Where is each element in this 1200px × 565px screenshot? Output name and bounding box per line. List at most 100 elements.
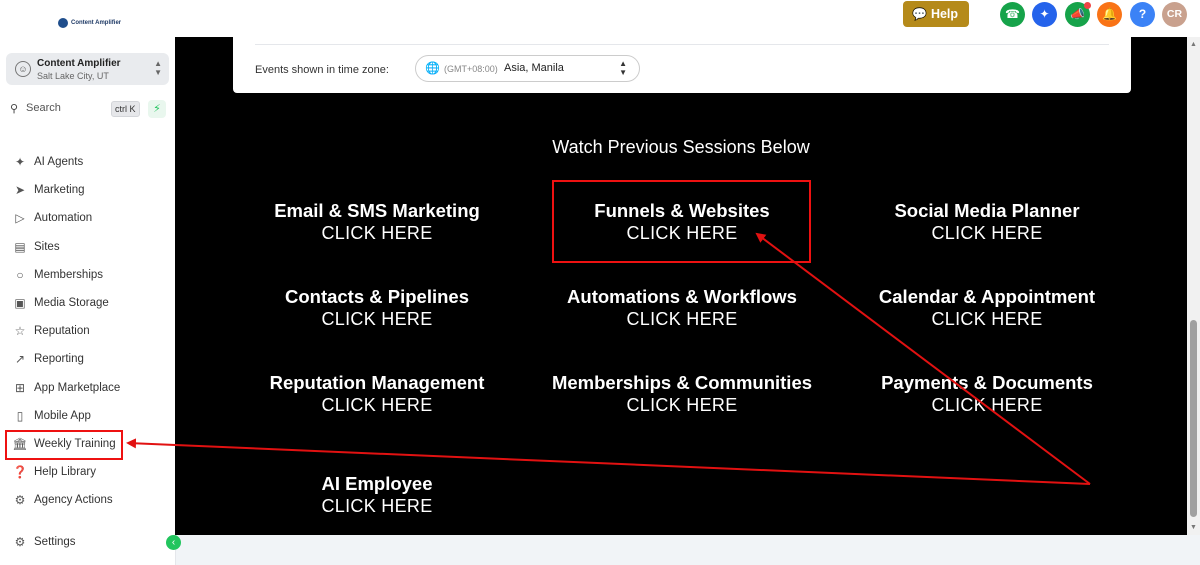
session-contacts-pipelines[interactable]: Contacts & Pipelines CLICK HERE <box>227 285 527 331</box>
session-social-media[interactable]: Social Media Planner CLICK HERE <box>837 199 1137 245</box>
session-email-sms[interactable]: Email & SMS Marketing CLICK HERE <box>227 199 527 245</box>
help-question-button[interactable]: ? <box>1130 2 1155 27</box>
click-here-link[interactable]: CLICK HERE <box>837 308 1137 331</box>
sidebar-item-memberships[interactable]: ○ Memberships <box>0 261 175 289</box>
quick-action-bolt-icon[interactable]: ⚡ <box>148 100 166 118</box>
question-icon: ❓ <box>12 465 28 480</box>
session-automations-workflows[interactable]: Automations & Workflows CLICK HERE <box>532 285 832 331</box>
sidebar-item-label: Automation <box>34 212 93 225</box>
help-button[interactable]: 💬 Help <box>903 1 969 27</box>
notification-dot <box>1084 2 1091 9</box>
sidebar-item-app-marketplace[interactable]: ⊞ App Marketplace <box>0 374 175 402</box>
click-here-link[interactable]: CLICK HERE <box>837 394 1137 417</box>
location-name: Content Amplifier <box>37 58 121 69</box>
session-calendar-appointment[interactable]: Calendar & Appointment CLICK HERE <box>837 285 1137 331</box>
sidebar-item-weekly-training[interactable]: 🏛 Weekly Training <box>0 429 175 461</box>
sidebar-item-ai-agents[interactable]: ✦ AI Agents <box>0 148 175 176</box>
avatar-initials: CR <box>1166 8 1183 20</box>
star-icon: ☆ <box>14 324 26 339</box>
chevron-updown-icon: ▲ ▼ <box>619 59 627 77</box>
settings-label: Settings <box>34 536 76 548</box>
chevron-updown-icon: ▲ ▼ <box>154 59 162 77</box>
sidebar-item-reporting[interactable]: ↗ Reporting <box>0 345 175 373</box>
announcement-button[interactable]: 📣 <box>1065 2 1091 27</box>
timezone-offset: (GMT+08:00) <box>444 64 498 74</box>
collapse-sidebar-button[interactable]: ‹ <box>166 535 181 550</box>
session-title: Contacts & Pipelines <box>284 286 469 307</box>
session-title: Automations & Workflows <box>567 286 797 307</box>
sidebar-item-agency-actions[interactable]: ⚙ Agency Actions <box>0 486 175 514</box>
help-label: Help <box>930 7 959 21</box>
network-icon: ⚙ <box>14 493 26 508</box>
sidebar-item-label: Sites <box>34 240 60 253</box>
scroll-up-icon[interactable]: ▲ <box>1190 41 1197 48</box>
divider <box>255 44 1109 45</box>
training-content: Events shown in time zone: 🌐 (GMT+08:00)… <box>175 37 1187 535</box>
sidebar-item-media-storage[interactable]: ▣ Media Storage <box>0 289 175 317</box>
sidebar-item-label: App Marketplace <box>34 381 121 394</box>
session-title: Social Media Planner <box>894 200 1080 221</box>
session-title: Reputation Management <box>269 372 485 393</box>
sidebar-item-reputation[interactable]: ☆ Reputation <box>0 317 175 345</box>
click-here-link[interactable]: CLICK HERE <box>532 308 832 331</box>
session-memberships-communities[interactable]: Memberships & Communities CLICK HERE <box>532 371 832 417</box>
sidebar-item-sites[interactable]: ▤ Sites <box>0 233 175 261</box>
annotation-highlight-box <box>552 180 811 263</box>
magic-wand-icon: ✦ <box>1039 7 1050 21</box>
logo-icon <box>58 18 68 28</box>
brand-logo[interactable]: Content Amplifier <box>58 18 121 28</box>
sidebar-item-settings[interactable]: ⚙ Settings <box>0 528 175 556</box>
image-icon: ▣ <box>14 295 26 310</box>
sidebar-item-automation[interactable]: ▷ Automation <box>0 204 175 232</box>
play-circle-icon: ▷ <box>15 211 25 226</box>
sidebar-nav: ✦ AI Agents ➤ Marketing ▷ Automation ▤ S… <box>0 148 175 514</box>
phone-icon: ▯ <box>16 408 24 423</box>
sidebar-item-label: Media Storage <box>34 296 109 309</box>
sidebar-item-label: Reputation <box>34 325 90 338</box>
sidebar-item-label: Marketing <box>34 184 85 197</box>
session-title: Email & SMS Marketing <box>274 200 480 221</box>
megaphone-icon: 📣 <box>1070 7 1085 21</box>
phone-icon: ☎ <box>1005 7 1020 21</box>
globe-icon: 🌐 <box>425 61 440 75</box>
notifications-button[interactable]: 🔔 <box>1097 2 1122 27</box>
click-here-link[interactable]: CLICK HERE <box>532 394 832 417</box>
location-city: Salt Lake City, UT <box>37 71 109 81</box>
session-title: Payments & Documents <box>881 372 1093 393</box>
search-box[interactable]: ⚲ Search ctrl K <box>10 101 140 117</box>
session-ai-employee[interactable]: AI Employee CLICK HERE <box>227 472 527 518</box>
sidebar-item-label: Mobile App <box>34 409 91 422</box>
click-here-link[interactable]: CLICK HERE <box>837 222 1137 245</box>
phone-button[interactable]: ☎ <box>1000 2 1025 27</box>
timezone-card: Events shown in time zone: 🌐 (GMT+08:00)… <box>233 37 1131 93</box>
sidebar-item-label: AI Agents <box>34 156 84 168</box>
sidebar-item-mobile-app[interactable]: ▯ Mobile App <box>0 402 175 430</box>
timezone-select[interactable]: 🌐 (GMT+08:00) Asia, Manila ▲ ▼ <box>415 55 640 82</box>
sidebar-item-label: Agency Actions <box>34 494 113 507</box>
scrollbar-thumb[interactable] <box>1190 320 1197 517</box>
search-label: Search <box>26 102 61 114</box>
session-payments-documents[interactable]: Payments & Documents CLICK HERE <box>837 371 1137 417</box>
gear-icon: ⚙ <box>14 535 26 549</box>
click-here-link[interactable]: CLICK HERE <box>227 308 527 331</box>
sidebar-item-label: Weekly Training <box>34 437 116 450</box>
user-avatar[interactable]: CR <box>1162 2 1187 27</box>
top-bar: 💬 Help ☎ ✦ 📣 🔔 ? CR <box>175 0 1200 37</box>
page-scrollbar[interactable]: ▲ ▼ <box>1187 37 1200 535</box>
location-switcher[interactable]: ☺ Content Amplifier Salt Lake City, UT ▲… <box>6 53 169 85</box>
click-here-link[interactable]: CLICK HERE <box>227 495 527 518</box>
click-here-link[interactable]: CLICK HERE <box>227 394 527 417</box>
sessions-heading: Watch Previous Sessions Below <box>552 137 810 157</box>
session-title: Calendar & Appointment <box>878 286 1096 307</box>
sidebar-item-marketing[interactable]: ➤ Marketing <box>0 176 175 204</box>
sidebar-item-help-library[interactable]: ❓ Help Library <box>0 458 175 486</box>
scroll-down-icon[interactable]: ▼ <box>1190 524 1197 531</box>
magic-button[interactable]: ✦ <box>1032 2 1057 27</box>
session-reputation-management[interactable]: Reputation Management CLICK HERE <box>227 371 527 417</box>
click-here-link[interactable]: CLICK HERE <box>227 222 527 245</box>
sidebar-item-label: Memberships <box>34 268 104 281</box>
trend-icon: ↗ <box>14 352 26 367</box>
sparkle-icon: ✦ <box>14 155 26 169</box>
session-title: AI Employee <box>321 473 433 494</box>
sites-icon: ▤ <box>14 239 26 254</box>
